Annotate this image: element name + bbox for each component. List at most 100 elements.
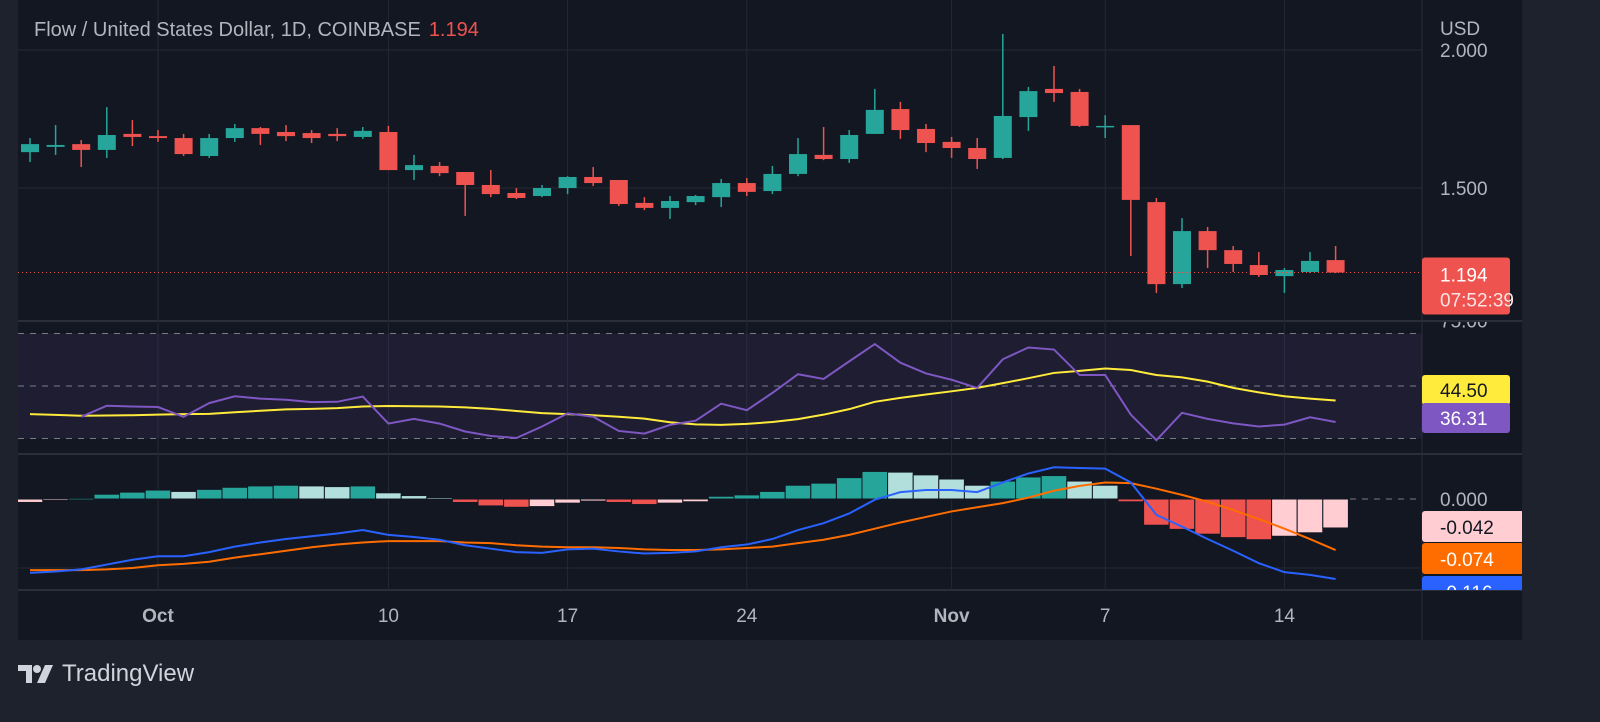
macd-histogram-bar bbox=[349, 485, 377, 500]
macd-signal-badge-value: -0.074 bbox=[1440, 550, 1494, 571]
candle-body bbox=[942, 141, 961, 148]
candle-body bbox=[533, 188, 551, 197]
x-tick-label: Oct bbox=[142, 606, 174, 627]
x-tick-label: 17 bbox=[557, 606, 578, 627]
last-price-badge-value: 1.194 bbox=[1440, 266, 1488, 287]
macd-histogram-bar bbox=[631, 498, 658, 506]
x-tick-label: 14 bbox=[1274, 606, 1296, 627]
candle-body bbox=[21, 144, 39, 153]
candle-body bbox=[430, 165, 449, 174]
macd-histogram-bar bbox=[18, 498, 44, 503]
macd-histogram-bar bbox=[1322, 498, 1349, 529]
candle-body bbox=[1070, 91, 1089, 126]
x-tick-label: 24 bbox=[736, 606, 758, 627]
candle-body bbox=[917, 128, 935, 144]
macd-histogram-bar bbox=[144, 489, 172, 500]
x-tick-label: 7 bbox=[1100, 606, 1111, 627]
macd-histogram-bar bbox=[835, 477, 863, 500]
macd-histogram-bar bbox=[579, 498, 607, 502]
macd-histogram-bar bbox=[170, 490, 197, 500]
price-tick-label: 1.500 bbox=[1440, 179, 1488, 200]
tradingview-logo[interactable]: TradingView bbox=[18, 660, 194, 688]
candle-body bbox=[379, 131, 398, 171]
macd-histogram-bar bbox=[784, 484, 812, 500]
candle bbox=[609, 180, 628, 206]
candle-body bbox=[1045, 88, 1063, 94]
macd-histogram-bar bbox=[67, 497, 95, 501]
candle-body bbox=[123, 133, 142, 137]
macd-histogram-badge-value: -0.042 bbox=[1440, 518, 1494, 539]
candle-body bbox=[174, 138, 193, 155]
x-tick-label: 10 bbox=[378, 606, 399, 627]
macd-histogram-bar bbox=[938, 478, 965, 500]
candle-body bbox=[481, 184, 500, 195]
candle-body bbox=[968, 147, 987, 160]
macd-histogram-bar bbox=[554, 498, 581, 504]
macd-histogram-bar bbox=[221, 486, 249, 500]
candle-body bbox=[661, 201, 679, 208]
currency-label[interactable]: USD bbox=[1440, 19, 1480, 40]
candle-body bbox=[686, 196, 705, 203]
last-price: 1.194 bbox=[428, 19, 479, 41]
candle bbox=[1070, 88, 1089, 128]
candle-body bbox=[353, 130, 372, 137]
macd-histogram-bar bbox=[528, 498, 556, 508]
candle bbox=[379, 125, 398, 171]
candle-body bbox=[1198, 231, 1217, 251]
macd-histogram-bar bbox=[682, 498, 709, 503]
macd-histogram-bar bbox=[1296, 498, 1324, 534]
macd-histogram-bar bbox=[1117, 498, 1145, 503]
macd-histogram-bar bbox=[733, 494, 761, 500]
x-tick-label: Nov bbox=[934, 606, 970, 627]
candle-body bbox=[609, 180, 628, 205]
macd-histogram-bar bbox=[298, 485, 325, 500]
candle-body bbox=[302, 133, 321, 139]
candle-body bbox=[712, 183, 731, 198]
price-tick-label: 2.000 bbox=[1440, 41, 1488, 62]
candle-body bbox=[456, 172, 475, 185]
rsi-pane[interactable] bbox=[18, 333, 1422, 442]
macd-histogram-bar bbox=[605, 498, 633, 503]
candle-body bbox=[763, 173, 782, 192]
candle-body bbox=[72, 144, 91, 150]
candle-body bbox=[97, 135, 116, 150]
candle-body bbox=[328, 133, 347, 137]
macd-histogram-bar bbox=[989, 480, 1017, 500]
candle-body bbox=[1224, 250, 1243, 264]
macd-histogram-bar bbox=[912, 474, 940, 500]
macd-histogram-bar bbox=[400, 495, 428, 500]
candle-body bbox=[46, 144, 65, 147]
macd-histogram-bar bbox=[119, 491, 146, 500]
macd-histogram-bar bbox=[477, 498, 505, 507]
candle-body bbox=[149, 136, 167, 139]
macd-histogram-bar bbox=[1040, 475, 1068, 500]
candle-body bbox=[1301, 260, 1319, 272]
chart-legend-title: Flow / United States Dollar, 1D, COINBAS… bbox=[34, 19, 479, 42]
macd-histogram-bar bbox=[1168, 498, 1196, 530]
macd-histogram-bar bbox=[195, 488, 223, 500]
candle-body bbox=[225, 128, 244, 139]
macd-tick-label: 0.000 bbox=[1440, 490, 1488, 511]
macd-histogram-bar bbox=[861, 470, 889, 500]
candle-body bbox=[789, 154, 807, 174]
trading-chart[interactable]: Oct 10 17 24 Nov 7 14 2.000 1.500 1.194 07:52:39 US… bbox=[0, 0, 1600, 722]
candle-body bbox=[1121, 125, 1140, 200]
candle-body bbox=[814, 154, 833, 160]
candle-body bbox=[584, 176, 603, 184]
macd-histogram-bar bbox=[759, 490, 786, 500]
candle-body bbox=[865, 109, 884, 134]
candle-body bbox=[558, 176, 577, 189]
macd-histogram-bar bbox=[451, 498, 479, 503]
macd-histogram-bar bbox=[1219, 498, 1247, 539]
candle-body bbox=[1326, 260, 1345, 273]
macd-histogram-bar bbox=[272, 484, 300, 500]
candle-body bbox=[1096, 125, 1115, 128]
macd-histogram-bar bbox=[375, 492, 402, 500]
candle-body bbox=[1173, 231, 1191, 285]
macd-histogram-bar bbox=[656, 498, 684, 504]
candle-body bbox=[200, 138, 219, 156]
tradingview-logo-icon bbox=[18, 665, 53, 683]
candle-body bbox=[891, 109, 910, 131]
candle-body bbox=[993, 115, 1012, 158]
macd-histogram-bar bbox=[810, 482, 837, 500]
